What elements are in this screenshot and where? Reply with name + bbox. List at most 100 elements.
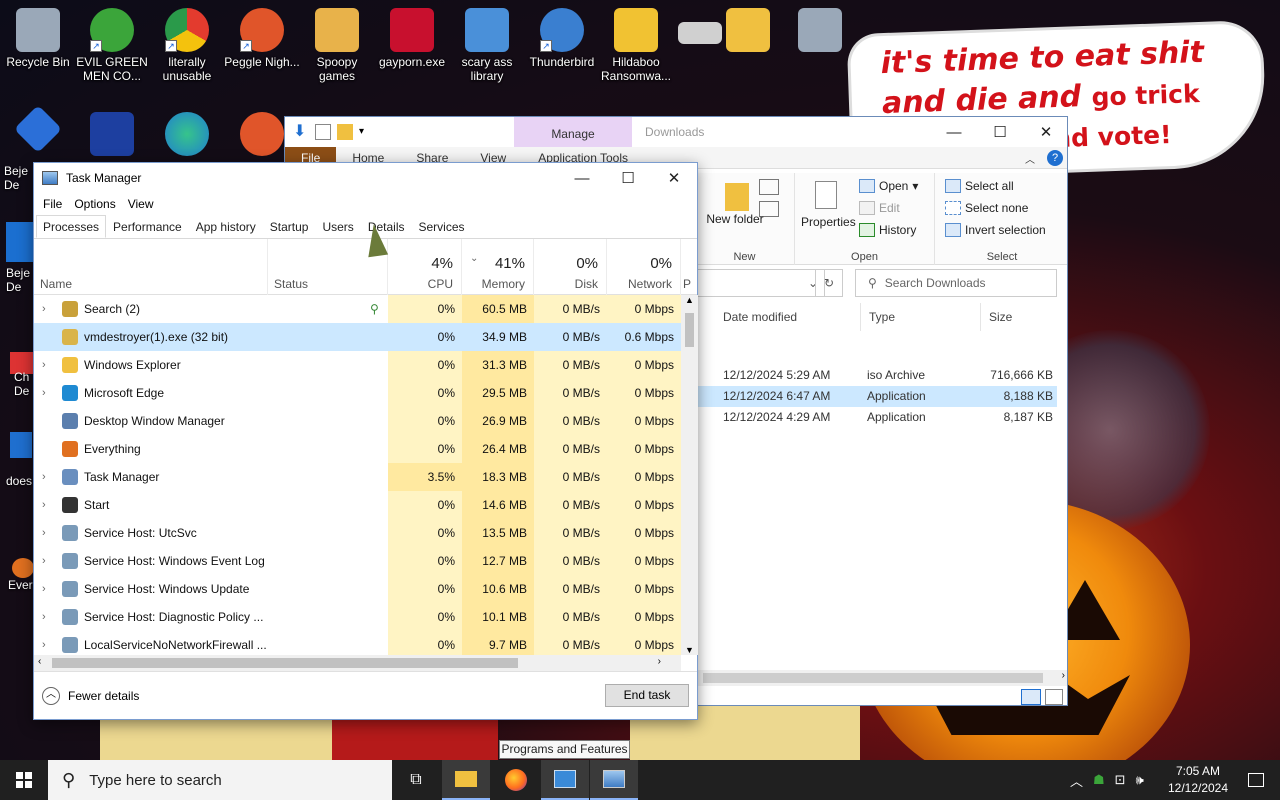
chevron-down-icon[interactable]: ▾ — [359, 124, 375, 140]
menu-file[interactable]: File — [38, 197, 67, 211]
explorer-titlebar[interactable]: ⬇ ▾ Manage Downloads — ☐ ✕ — [285, 117, 1067, 147]
properties-button[interactable]: Properties — [801, 215, 856, 229]
history-button[interactable]: History — [859, 223, 916, 237]
desktop-icon-folder[interactable] — [710, 8, 786, 55]
tab-services[interactable]: Services — [412, 215, 472, 238]
address-bar[interactable]: ⌄ — [695, 269, 825, 297]
desktop-icon-edge[interactable] — [149, 112, 225, 159]
desktop-icon-literally-unusable[interactable]: ↗ literally unusable — [149, 8, 225, 83]
taskbar-task-manager[interactable] — [590, 760, 638, 800]
folder-icon[interactable] — [337, 124, 353, 140]
expand-chevron-icon[interactable]: › — [42, 631, 46, 655]
fewer-details-button[interactable]: ︿ Fewer details — [42, 687, 139, 705]
process-row[interactable]: › Service Host: Windows Event Log 0% 12.7 M… — [34, 547, 681, 575]
expand-chevron-icon[interactable]: › — [42, 491, 46, 519]
scroll-right-icon[interactable]: › — [658, 656, 661, 667]
close-icon[interactable]: ✕ — [651, 163, 697, 193]
minimize-icon[interactable]: — — [931, 117, 977, 147]
minimize-icon[interactable]: — — [559, 163, 605, 193]
tab-users[interactable]: Users — [315, 215, 360, 238]
menu-view[interactable]: View — [123, 197, 159, 211]
process-row[interactable]: › Service Host: Diagnostic Policy ... 0% 10… — [34, 603, 681, 631]
horizontal-scrollbar[interactable]: ‹ › — [34, 655, 681, 671]
column-cpu[interactable]: 4% CPU — [388, 239, 462, 295]
notifications-button[interactable] — [1232, 760, 1280, 800]
tab-app-history[interactable]: App history — [189, 215, 263, 238]
desktop-icon-gayporn-exe[interactable]: gayporn.exe — [374, 8, 450, 69]
desktop-icon-spoopy-games[interactable]: Spoopy games — [299, 8, 375, 83]
taskbar-control-panel[interactable] — [541, 760, 589, 800]
maximize-icon[interactable]: ☐ — [605, 163, 651, 193]
process-row[interactable]: › Start 0% 14.6 MB 0 MB/s 0 Mbps — [34, 491, 681, 519]
desktop-icon-recycle-bin[interactable]: Recycle Bin — [0, 8, 76, 69]
desktop-icon-recycle-bin-2[interactable] — [782, 8, 858, 55]
large-icons-view-icon[interactable] — [1045, 689, 1063, 705]
desktop-icon-peggle[interactable]: ↗ Peggle Nigh... — [224, 8, 300, 69]
vertical-scrollbar[interactable]: ▲ ▼ — [681, 295, 698, 655]
expand-chevron-icon[interactable]: › — [42, 547, 46, 575]
process-row[interactable]: Desktop Window Manager 0% 26.9 MB 0 MB/s 0 M… — [34, 407, 681, 435]
clock[interactable]: 7:05 AM 12/12/2024 — [1160, 763, 1236, 797]
column-date-modified[interactable]: Date modified — [715, 303, 861, 331]
expand-chevron-icon[interactable]: › — [42, 519, 46, 547]
invert-selection-button[interactable]: Invert selection — [945, 223, 1046, 237]
menu-options[interactable]: Options — [69, 197, 120, 211]
properties-check-icon[interactable] — [315, 124, 331, 140]
help-icon[interactable]: ? — [1047, 150, 1063, 166]
select-all-button[interactable]: Select all — [945, 179, 1014, 193]
file-row[interactable]: 12/12/2024 6:47 AM Application 8,188 KB — [695, 386, 1057, 407]
process-row[interactable]: › Task Manager 3.5% 18.3 MB 0 MB/s 0 Mbps — [34, 463, 681, 491]
desktop-icon-scary-ass-library[interactable]: scary ass library — [449, 8, 525, 83]
desktop-icon-mpc[interactable] — [74, 112, 150, 159]
process-row[interactable]: Everything 0% 26.4 MB 0 MB/s 0 Mbps — [34, 435, 681, 463]
expand-chevron-icon[interactable]: › — [42, 295, 46, 323]
chevron-up-icon[interactable]: ︿ — [1070, 771, 1083, 790]
tab-manage[interactable]: Manage — [514, 117, 632, 147]
scrollbar-thumb[interactable] — [685, 313, 694, 347]
horizontal-scrollbar[interactable]: › — [695, 670, 1067, 686]
expand-chevron-icon[interactable]: › — [42, 603, 46, 631]
desktop-icon-thunderbird[interactable]: ↗ Thunderbird — [524, 8, 600, 69]
refresh-button[interactable]: ↻ — [815, 269, 843, 297]
column-memory[interactable]: ⌄ 41% Memory — [462, 239, 534, 295]
taskbar-file-explorer[interactable] — [442, 760, 490, 800]
select-none-button[interactable]: Select none — [945, 201, 1028, 215]
scroll-left-icon[interactable]: ‹ — [38, 656, 41, 667]
process-row[interactable]: › Microsoft Edge 0% 29.5 MB 0 MB/s 0 Mbps — [34, 379, 681, 407]
taskbar-search[interactable]: ⚲ Type here to search — [48, 760, 392, 800]
process-row[interactable]: › Service Host: UtcSvc 0% 13.5 MB 0 MB/s 0 Mb… — [34, 519, 681, 547]
new-folder-button[interactable]: New folder — [703, 213, 767, 226]
scroll-right-icon[interactable]: › — [1062, 670, 1065, 681]
process-row[interactable]: › Windows Explorer 0% 31.3 MB 0 MB/s 0 Mbps — [34, 351, 681, 379]
scroll-down-icon[interactable]: ▼ — [685, 645, 694, 655]
close-icon[interactable]: ✕ — [1023, 117, 1067, 147]
expand-chevron-icon[interactable]: › — [42, 379, 46, 407]
volume-icon[interactable]: 🕪 — [1136, 772, 1144, 788]
column-type[interactable]: Type — [861, 303, 981, 331]
tab-performance[interactable]: Performance — [106, 215, 189, 238]
column-size[interactable]: Size — [981, 303, 1061, 331]
process-row[interactable]: › Service Host: Windows Update 0% 10.6 MB 0 … — [34, 575, 681, 603]
chevron-up-icon[interactable]: ︿ — [1021, 147, 1039, 170]
scrollbar-thumb[interactable] — [703, 673, 1043, 683]
column-network[interactable]: 0% Network — [607, 239, 681, 295]
column-disk[interactable]: 0% Disk — [534, 239, 607, 295]
expand-chevron-icon[interactable]: › — [42, 463, 46, 491]
details-view-icon[interactable] — [1021, 689, 1041, 705]
desktop-icon-evil-green-men[interactable]: ↗ EVIL GREEN MEN CO... — [74, 8, 150, 83]
task-manager-titlebar[interactable]: Task Manager — ☐ ✕ — [34, 163, 697, 193]
task-manager-window[interactable]: Task Manager — ☐ ✕ File Options View Pro… — [33, 162, 698, 720]
column-name[interactable]: Name — [34, 239, 268, 295]
tab-processes[interactable]: Processes — [36, 215, 107, 238]
taskbar-firefox[interactable] — [492, 760, 540, 800]
expand-chevron-icon[interactable]: › — [42, 351, 46, 379]
maximize-icon[interactable]: ☐ — [977, 117, 1023, 147]
start-button[interactable] — [0, 760, 48, 800]
process-row[interactable]: vmdestroyer(1).exe (32 bit) 0% 34.9 MB 0 MB… — [34, 323, 681, 351]
process-row[interactable]: › Search (2) ⚲ 0% 60.5 MB 0 MB/s 0 Mbps — [34, 295, 681, 323]
search-box[interactable]: ⚲ Search Downloads — [855, 269, 1057, 297]
file-row[interactable]: 12/12/2024 4:29 AM Application 8,187 KB — [695, 407, 1057, 428]
open-button[interactable]: Open ▾ — [859, 179, 918, 193]
desktop-icon-bejeweled[interactable] — [0, 104, 76, 154]
tab-startup[interactable]: Startup — [263, 215, 316, 238]
